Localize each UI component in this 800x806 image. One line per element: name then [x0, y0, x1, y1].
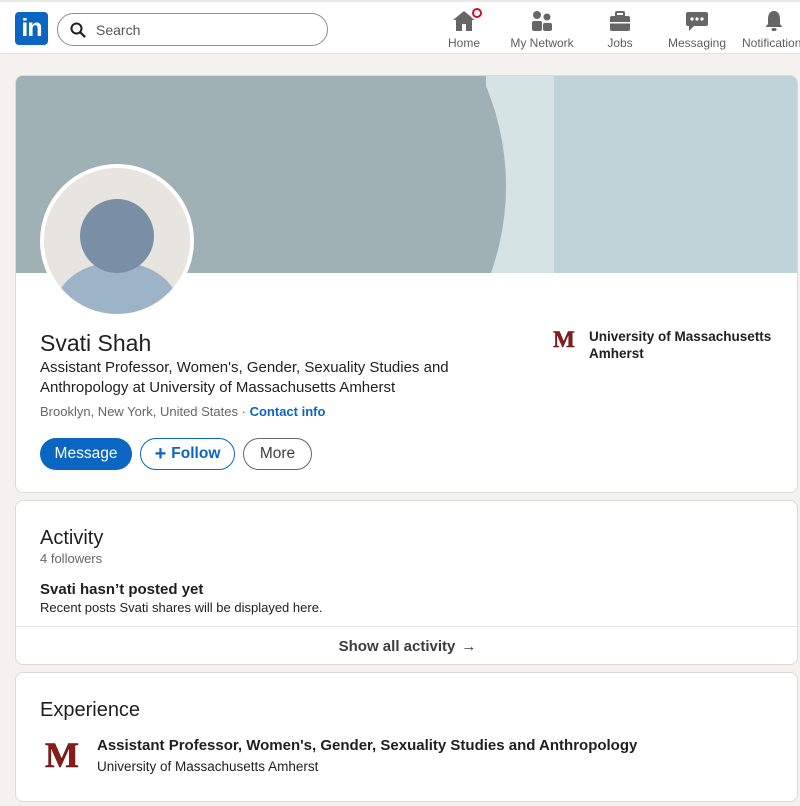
- umass-logo-icon: M: [45, 737, 80, 771]
- activity-title: Activity: [40, 527, 104, 549]
- more-button-label: More: [259, 445, 296, 462]
- search-input[interactable]: [96, 21, 296, 38]
- profile-card: Svati Shah Assistant Professor, Women's,…: [15, 75, 798, 493]
- message-button[interactable]: Message: [40, 438, 132, 470]
- experience-item-text: Assistant Professor, Women's, Gender, Se…: [97, 737, 637, 774]
- notification-badge: [470, 6, 484, 20]
- more-button[interactable]: More: [243, 438, 312, 470]
- nav-jobs-label: Jobs: [607, 36, 633, 50]
- plus-icon: +: [154, 443, 167, 465]
- no-posts-subtitle: Recent posts Svati shares will be displa…: [40, 600, 323, 615]
- chat-icon: [686, 12, 708, 31]
- arrow-right-icon: →: [461, 638, 477, 655]
- nav-home-label: Home: [447, 36, 480, 50]
- education-summary[interactable]: M University of Massachusetts Amherst: [551, 328, 774, 362]
- experience-role: Assistant Professor, Women's, Gender, Se…: [97, 737, 638, 754]
- svg-text:M: M: [553, 328, 575, 350]
- top-navigation-bar: in Home My Network: [0, 0, 800, 54]
- svg-text:M: M: [45, 737, 79, 771]
- profile-avatar[interactable]: [40, 164, 194, 318]
- no-posts-title: Svati hasn’t posted yet: [40, 581, 204, 598]
- contact-info-link[interactable]: Contact info: [250, 404, 326, 419]
- search-icon: [70, 22, 86, 38]
- nav-notifications[interactable]: Notifications: [742, 8, 800, 52]
- show-all-activity-button[interactable]: Show all activity →: [16, 627, 797, 664]
- message-button-label: Message: [54, 445, 118, 462]
- umass-logo-icon: M: [553, 328, 576, 350]
- search-bar[interactable]: [57, 13, 328, 46]
- activity-card: Activity 4 followers Svati hasn’t posted…: [15, 500, 798, 665]
- people-icon: [532, 11, 552, 31]
- followers-count[interactable]: 4 followers: [40, 551, 102, 566]
- bell-icon: [765, 11, 783, 31]
- location-separator: ·: [241, 404, 246, 419]
- briefcase-icon: [610, 11, 630, 31]
- nav-my-network-label: My Network: [510, 36, 574, 50]
- education-name: University of Massachusetts Amherst: [589, 329, 772, 361]
- show-all-activity-label: Show all activity: [338, 638, 456, 655]
- experience-title: Experience: [40, 699, 141, 721]
- experience-organization: University of Massachusetts Amherst: [97, 759, 319, 774]
- follow-button[interactable]: + Follow: [140, 438, 235, 470]
- profile-location: Brooklyn, New York, United States: [40, 404, 238, 419]
- experience-item[interactable]: M Assistant Professor, Women's, Gender, …: [44, 737, 638, 774]
- nav-notifications-label: Notifications: [742, 36, 800, 50]
- nav-my-network[interactable]: My Network: [508, 8, 576, 52]
- profile-location-line: Brooklyn, New York, United States · Cont…: [40, 404, 325, 419]
- nav-jobs[interactable]: Jobs: [600, 8, 640, 52]
- logo-text: in: [21, 14, 42, 42]
- profile-name: Svati Shah: [40, 330, 152, 356]
- nav-home[interactable]: Home: [440, 6, 488, 52]
- profile-headline: Assistant Professor, Women's, Gender, Se…: [40, 359, 449, 396]
- default-avatar-icon: [44, 168, 190, 314]
- linkedin-logo[interactable]: in: [15, 12, 48, 45]
- follow-button-label: Follow: [171, 445, 221, 462]
- nav-messaging[interactable]: Messaging: [667, 8, 727, 52]
- nav-messaging-label: Messaging: [667, 36, 727, 50]
- experience-card: Experience M Assistant Professor, Women'…: [15, 672, 798, 802]
